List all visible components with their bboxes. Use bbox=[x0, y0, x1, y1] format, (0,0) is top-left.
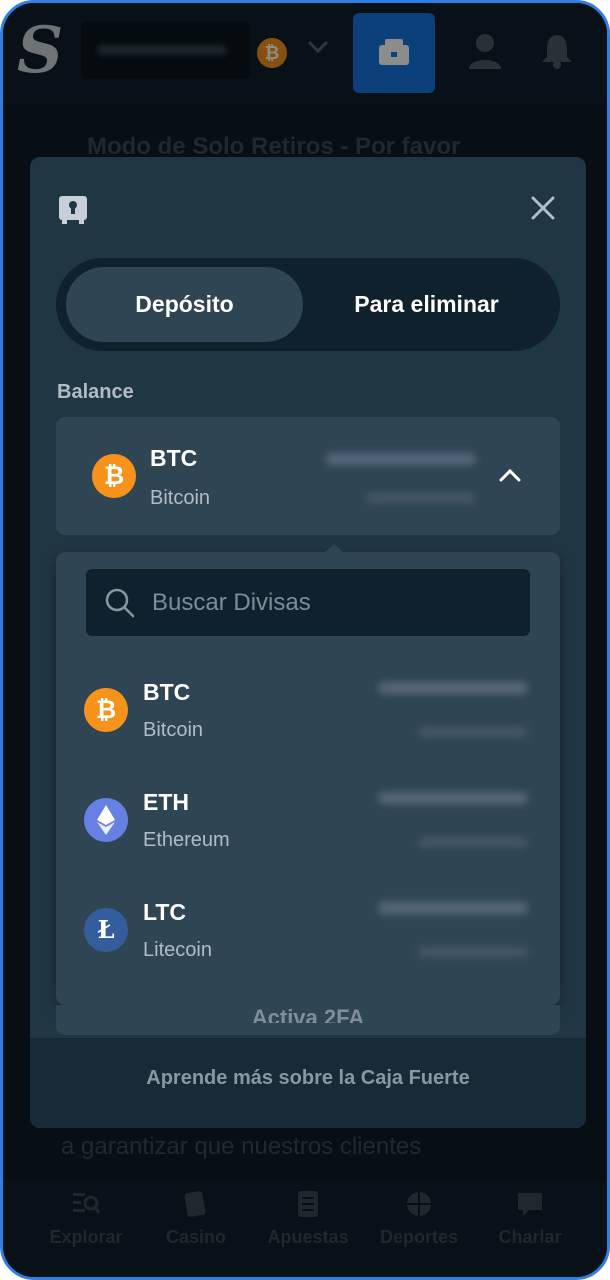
currency-row-btc[interactable]: ₿ BTC Bitcoin bbox=[56, 655, 560, 765]
phone-frame: S ₿ Modo de Solo Retiros - Por favor a g… bbox=[0, 0, 610, 1280]
currency-code: ETH bbox=[143, 789, 189, 815]
currency-fiat-blurred bbox=[418, 837, 528, 847]
enable-2fa-label: Activa 2FA bbox=[251, 1005, 365, 1023]
currency-select[interactable]: ₿ BTC Bitcoin bbox=[56, 417, 560, 535]
ethereum-icon bbox=[84, 798, 128, 842]
currency-name: Bitcoin bbox=[143, 719, 204, 741]
enable-2fa-button[interactable]: Activa 2FA bbox=[56, 1005, 560, 1035]
currency-search[interactable] bbox=[86, 569, 530, 636]
selected-fiat-blurred bbox=[366, 493, 476, 503]
currency-balance-blurred bbox=[378, 792, 528, 804]
bitcoin-icon: ₿ bbox=[84, 688, 128, 732]
litecoin-icon: Ł bbox=[84, 908, 128, 952]
bitcoin-icon: ₿ bbox=[92, 454, 136, 498]
currency-fiat-blurred bbox=[418, 727, 528, 737]
learn-more-link[interactable]: Aprende más sobre la Caja Fuerte bbox=[30, 1067, 586, 1090]
currency-dropdown: ₿ BTC Bitcoin ETH Ethereum Ł bbox=[56, 544, 560, 1005]
modal-footer: Aprende más sobre la Caja Fuerte bbox=[30, 1038, 586, 1128]
vault-modal: Depósito Para eliminar Balance ₿ BTC Bit… bbox=[30, 157, 586, 1128]
chevron-up-icon[interactable] bbox=[496, 461, 524, 489]
currency-row-ltc[interactable]: Ł LTC Litecoin bbox=[56, 875, 560, 985]
currency-balance-blurred bbox=[378, 902, 528, 914]
currency-row-eth[interactable]: ETH Ethereum bbox=[56, 765, 560, 875]
search-input[interactable] bbox=[152, 569, 522, 636]
selected-currency-name: Bitcoin bbox=[150, 487, 211, 509]
search-icon bbox=[105, 588, 135, 618]
currency-balance-blurred bbox=[378, 682, 528, 694]
tab-deposit[interactable]: Depósito bbox=[66, 267, 303, 342]
selected-balance-blurred bbox=[326, 453, 476, 465]
currency-name: Ethereum bbox=[143, 829, 230, 851]
currency-fiat-blurred bbox=[418, 947, 528, 957]
currency-name: Litecoin bbox=[143, 939, 212, 961]
deposit-withdraw-tabs: Depósito Para eliminar bbox=[56, 258, 560, 351]
tab-withdraw[interactable]: Para eliminar bbox=[303, 267, 550, 342]
currency-code: LTC bbox=[143, 899, 187, 925]
balance-label: Balance bbox=[57, 381, 134, 403]
close-icon[interactable] bbox=[528, 193, 558, 223]
vault-icon bbox=[59, 196, 87, 224]
dropdown-pointer bbox=[324, 544, 344, 553]
selected-currency-code: BTC bbox=[150, 445, 198, 471]
currency-code: BTC bbox=[143, 679, 191, 705]
